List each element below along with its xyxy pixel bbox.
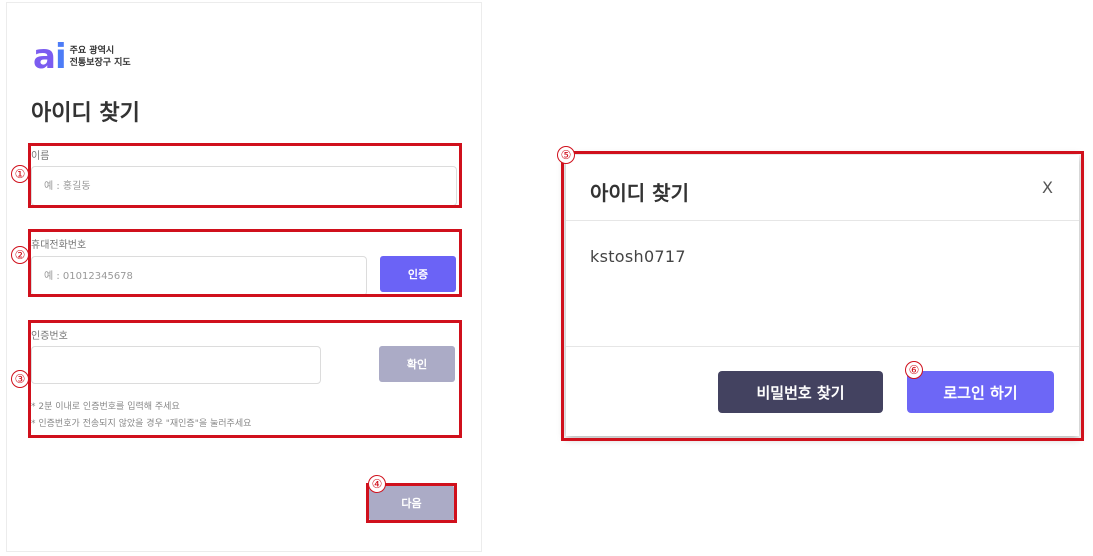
phone-label: 휴대전화번호 bbox=[31, 240, 87, 251]
verify-button[interactable]: 인증 bbox=[380, 256, 456, 292]
logo-mark: ai bbox=[33, 37, 67, 77]
marker-2: ② bbox=[11, 246, 29, 264]
found-id-text: kstosh0717 bbox=[590, 247, 686, 266]
code-input[interactable] bbox=[31, 346, 321, 384]
modal-header: 아이디 찾기 X bbox=[566, 155, 1079, 221]
code-note-2: * 인증번호가 전송되지 않았을 경우 "재인증"을 눌러주세요 bbox=[31, 419, 252, 429]
logo-text-line2: 전통보장구 지도 bbox=[69, 58, 131, 68]
name-label: 이름 bbox=[31, 151, 50, 162]
marker-1: ① bbox=[11, 165, 29, 183]
login-button[interactable]: 로그인 하기 bbox=[907, 371, 1054, 413]
logo-mark-a: a bbox=[33, 37, 56, 77]
modal-title: 아이디 찾기 bbox=[590, 181, 689, 205]
marker-4: ④ bbox=[368, 475, 386, 493]
phone-input[interactable] bbox=[31, 256, 367, 296]
confirm-button[interactable]: 확인 bbox=[379, 346, 455, 382]
logo-mark-i: i bbox=[54, 37, 67, 77]
code-label: 인증번호 bbox=[31, 331, 68, 342]
logo-text-line1: 주요 광역시 bbox=[69, 46, 115, 56]
marker-5: ⑤ bbox=[557, 146, 575, 164]
code-note-1: * 2분 이내로 인증번호를 입력해 주세요 bbox=[31, 402, 180, 412]
logo: ai 주요 광역시 전통보장구 지도 bbox=[33, 40, 131, 74]
close-icon[interactable]: X bbox=[1036, 177, 1059, 198]
logo-text: 주요 광역시 전통보장구 지도 bbox=[70, 45, 131, 69]
find-password-button[interactable]: 비밀번호 찾기 bbox=[718, 371, 883, 413]
marker-6: ⑥ bbox=[905, 361, 923, 379]
modal-footer-divider bbox=[566, 346, 1079, 347]
page-title: 아이디 찾기 bbox=[31, 101, 140, 126]
name-input[interactable] bbox=[31, 166, 457, 206]
find-id-result-modal: 아이디 찾기 X kstosh0717 비밀번호 찾기 로그인 하기 bbox=[566, 155, 1079, 436]
marker-3: ③ bbox=[11, 370, 29, 388]
